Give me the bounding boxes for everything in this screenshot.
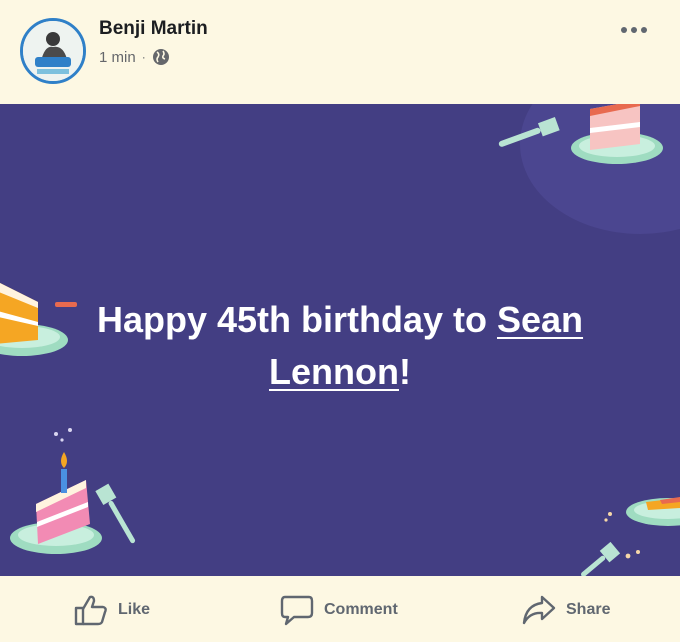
fork-icon (581, 541, 621, 576)
message-text: Happy 45th birthday to (96, 299, 497, 340)
more-options-icon[interactable] (618, 20, 650, 40)
post-actions: Like Comment Share (0, 576, 680, 642)
comment-button[interactable]: Comment (280, 592, 398, 628)
like-button[interactable]: Like (74, 592, 150, 628)
like-label: Like (118, 601, 151, 618)
post-header: Benji Martin 1 min · (0, 0, 680, 104)
facebook-post: Benji Martin 1 min · Happy 45th birthday… (0, 0, 680, 642)
avatar[interactable] (20, 18, 86, 84)
fork-icon (95, 483, 136, 544)
comment-icon (280, 595, 314, 626)
birthday-banner: Happy 45th birthday to Sean Lennon! (0, 104, 680, 576)
thumbs-up-icon (74, 595, 107, 626)
post-time[interactable]: 1 min (99, 49, 136, 66)
birthday-message: Happy 45th birthday to Sean Lennon! (70, 294, 610, 398)
globe-icon (152, 49, 169, 65)
post-meta: 1 min · (99, 48, 170, 66)
meta-separator: · (141, 50, 146, 64)
cake-slice-icon (0, 283, 77, 356)
comment-label: Comment (324, 601, 398, 618)
share-icon (522, 595, 556, 625)
message-suffix: ! (398, 351, 411, 392)
birthday-cake-icon (10, 428, 102, 554)
share-label: Share (566, 601, 611, 618)
avatar-image (23, 21, 83, 81)
post-author[interactable]: Benji Martin (99, 18, 208, 40)
share-button[interactable]: Share (522, 592, 610, 628)
